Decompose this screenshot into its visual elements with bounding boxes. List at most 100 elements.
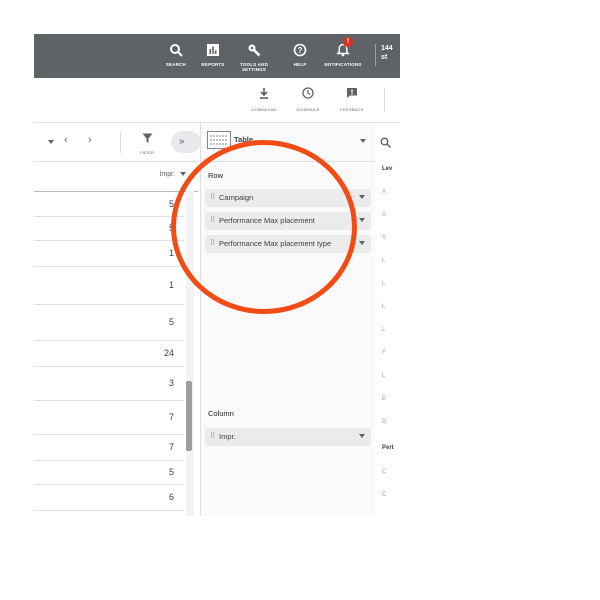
filter-icon [142,133,152,143]
impr-header-label: Impr. [159,171,176,178]
drag-handle-icon[interactable]: ⠿ [210,239,215,247]
table-view-icon [207,131,231,149]
table-row[interactable]: 1 [34,240,184,267]
row-chip-label: Campaign [219,193,254,202]
table-scrollbar-track[interactable] [186,191,194,516]
table-row[interactable]: 7 [34,400,184,435]
field-group-label: Pert [382,445,394,451]
table-row[interactable]: 1 [34,266,184,305]
row-section-label: Row [208,171,224,180]
table-row[interactable]: 24 [34,340,184,367]
row-chip-campaign[interactable]: ⠿ Campaign [205,189,371,207]
rows-dropdown-icon[interactable] [48,140,54,144]
account-name: st [381,54,388,61]
table-row[interactable]: 5 [34,304,184,341]
header-divider [375,44,376,66]
impr-value: 3 [168,378,174,388]
header-tools-label: TOOLS AND SETTINGS [239,62,269,72]
field-item[interactable]: C [382,469,386,475]
field-item[interactable]: F [382,350,386,356]
report-config-pane: Table Row ⠿ Campaign ⠿ Performance Max p… [200,123,376,516]
search-icon[interactable] [380,135,391,153]
impr-value: 7 [168,442,174,452]
feedback-label: FEEDBACK [340,107,364,112]
field-item[interactable]: L [382,281,385,287]
field-item[interactable]: L [382,327,385,333]
chip-dropdown-icon[interactable] [359,218,365,222]
impr-value: 24 [163,348,174,358]
next-page-icon[interactable]: › [88,134,92,146]
collapse-panel-button[interactable]: » [171,131,201,153]
column-chip-label: Impr. [219,432,236,441]
table-scrollbar-thumb[interactable] [186,381,192,451]
table-row[interactable]: 5 [34,460,184,485]
field-group-label: Lev [382,166,393,172]
field-item[interactable]: L [382,373,385,379]
view-selector[interactable]: Table [201,123,375,162]
field-item[interactable]: C [382,492,386,498]
drag-handle-icon[interactable]: ⠿ [210,432,215,440]
impr-value: 5 [168,223,174,233]
filter-button[interactable]: FILTER [132,131,162,155]
bell-icon: ! [317,37,369,60]
schedule-button[interactable]: SCHEDULE [286,86,330,112]
impr-column-header[interactable]: Impr. [159,171,186,178]
row-chip-pmax-placement-type[interactable]: ⠿ Performance Max placement type [205,235,371,253]
report-toolbar: DOWNLOAD SCHEDULE FEEDBACK [34,78,400,123]
table-row[interactable]: 6 [34,484,184,511]
table-header: Impr. [34,161,198,192]
sort-arrow-icon [180,172,186,177]
field-item[interactable]: L [382,304,385,310]
impr-value: 1 [168,280,174,290]
table-row[interactable]: 5 [34,192,184,217]
svg-text:?: ? [298,46,303,55]
clock-icon [286,86,330,104]
table-row[interactable]: 3 [34,366,184,401]
row-chip-pmax-placement[interactable]: ⠿ Performance Max placement [205,212,371,230]
filter-label: FILTER [140,150,154,155]
field-item[interactable]: L [382,258,385,264]
impr-value: 6 [168,492,174,502]
header-notifications[interactable]: ! NOTIFICATIONS [317,37,369,67]
download-button[interactable]: DOWNLOAD [242,86,286,112]
view-dropdown-icon [360,139,366,143]
field-item[interactable]: A [382,212,386,218]
toolbar-divider [384,88,385,112]
header-notifications-label: NOTIFICATIONS [324,62,362,67]
double-chevron-icon: » [179,136,185,147]
chip-dropdown-icon[interactable] [359,195,365,199]
schedule-label: SCHEDULE [296,107,320,112]
impr-value: 7 [168,412,174,422]
prev-page-icon[interactable]: ‹ [64,134,68,146]
drag-handle-icon[interactable]: ⠿ [210,216,215,224]
header-tools[interactable]: TOOLS AND SETTINGS [228,40,280,72]
account-info[interactable]: 144 st [381,44,393,62]
column-section-label: Column [208,409,234,418]
table-pane: ‹ › FILTER » Impr. 5 5 1 1 5 24 3 7 7 5 … [34,123,201,516]
table-row[interactable]: 7 [34,434,184,461]
download-label: DOWNLOAD [251,107,277,112]
chip-dropdown-icon[interactable] [359,241,365,245]
fields-pane: Lev A A S L L L L F L E D Pert C C [375,123,400,516]
row-chip-label: Performance Max placement type [219,239,332,248]
table-row[interactable]: 5 [34,216,184,241]
top-header: SEARCH REPORTS TOOLS AND SETTINGS ? HELP… [34,34,400,78]
drag-handle-icon[interactable]: ⠿ [210,193,215,201]
app-window: SEARCH REPORTS TOOLS AND SETTINGS ? HELP… [34,34,400,516]
table-toolbar: ‹ › FILTER » [34,123,201,162]
toolbar-divider [120,131,121,153]
field-item[interactable]: E [382,396,386,402]
download-icon [242,86,286,104]
impr-value: 1 [168,248,174,258]
field-item[interactable]: A [382,189,386,195]
account-id: 144 [381,45,393,52]
column-chip-impr[interactable]: ⠿ Impr. [205,428,371,446]
field-item[interactable]: D [382,419,386,425]
field-item[interactable]: S [382,235,386,241]
impr-value: 5 [168,199,174,209]
feedback-button[interactable]: FEEDBACK [330,86,374,112]
chip-dropdown-icon[interactable] [359,434,365,438]
notification-badge: ! [343,37,353,47]
feedback-icon [330,86,374,104]
impr-value: 5 [168,317,174,327]
